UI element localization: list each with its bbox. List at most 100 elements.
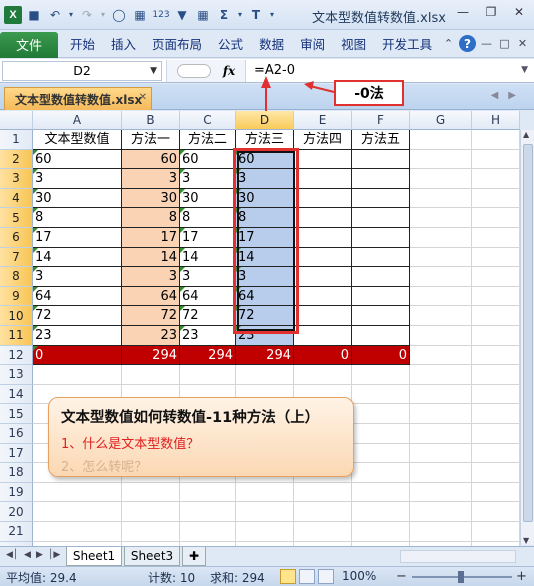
cell-h8[interactable] (472, 267, 520, 287)
cell-f12[interactable]: 0 (352, 345, 410, 366)
redo-icon[interactable]: ↷ (78, 6, 96, 24)
name-box-dropdown-icon[interactable]: ▼ (150, 66, 157, 76)
cell-g17[interactable] (410, 443, 472, 464)
cell-g6[interactable] (410, 228, 472, 248)
row-header-5[interactable]: 5 (0, 208, 33, 228)
cell-e20[interactable] (294, 502, 352, 522)
cell-a13[interactable] (33, 365, 122, 385)
select-all-corner[interactable] (0, 111, 33, 130)
column-header-e[interactable]: E (294, 111, 352, 130)
cell-e10[interactable] (294, 306, 352, 326)
column-header-b[interactable]: B (122, 111, 180, 130)
number-format-icon[interactable]: 123 (152, 6, 170, 24)
cell-h2[interactable] (472, 149, 520, 170)
row-header-1[interactable]: 1 (0, 130, 33, 150)
scroll-up-icon[interactable]: ▲ (523, 130, 529, 139)
formula-expand-icon[interactable]: ▼ (521, 65, 528, 75)
ribbon-collapse-icon[interactable]: ⌃ (441, 35, 456, 52)
next-sheet-icon[interactable]: ▶ (36, 550, 43, 560)
cell-d20[interactable] (236, 502, 294, 522)
cell-d3[interactable]: 3 (236, 169, 294, 189)
cell-f10[interactable] (352, 306, 410, 326)
tab-file[interactable]: 文件 (0, 31, 58, 58)
cell-f20[interactable] (352, 502, 410, 522)
cell-a9[interactable]: 64 (33, 286, 122, 307)
cell-b12[interactable]: 294 (122, 345, 180, 366)
column-header-c[interactable]: C (180, 111, 236, 130)
cell-h1[interactable] (472, 130, 520, 150)
cell-d7[interactable]: 14 (236, 247, 294, 268)
cell-g13[interactable] (410, 365, 472, 385)
new-sheet-icon[interactable]: ✚ (182, 547, 206, 566)
cell-f19[interactable] (352, 482, 410, 503)
print-preview-icon[interactable]: ◯ (110, 6, 128, 24)
cell-f5[interactable] (352, 208, 410, 228)
first-sheet-icon[interactable]: ◀│ (6, 550, 18, 560)
cell-b6[interactable]: 17 (122, 228, 180, 248)
cell-g18[interactable] (410, 463, 472, 483)
ribbon-close-icon[interactable]: ✕ (515, 35, 530, 52)
vertical-scrollbar[interactable]: ▲ ▼ (520, 130, 534, 545)
cell-h5[interactable] (472, 208, 520, 228)
cell-b20[interactable] (122, 502, 180, 522)
cell-h3[interactable] (472, 169, 520, 189)
row-header-16[interactable]: 16 (0, 424, 33, 444)
cell-c21[interactable] (180, 522, 236, 542)
cell-g21[interactable] (410, 522, 472, 542)
cell-b19[interactable] (122, 482, 180, 503)
save-icon[interactable]: ■ (25, 6, 43, 24)
row-header-12[interactable]: 12 (0, 345, 33, 366)
row-header-20[interactable]: 20 (0, 502, 33, 522)
cell-b9[interactable]: 64 (122, 286, 180, 307)
sum-icon[interactable]: Σ (215, 6, 233, 24)
row-header-17[interactable]: 17 (0, 443, 33, 464)
tab-data[interactable]: 数据 (251, 30, 292, 58)
cell-e2[interactable] (294, 149, 352, 170)
page-layout-view-icon[interactable] (299, 569, 315, 584)
cell-g2[interactable] (410, 149, 472, 170)
cell-f6[interactable] (352, 228, 410, 248)
tab-page-layout[interactable]: 页面布局 (144, 30, 210, 58)
cell-a21[interactable] (33, 522, 122, 542)
cell-c12[interactable]: 294 (180, 345, 236, 366)
redo-dropdown-icon[interactable]: ▾ (99, 6, 107, 24)
row-header-13[interactable]: 13 (0, 365, 33, 385)
cell-f14[interactable] (352, 384, 410, 405)
cell-b7[interactable]: 14 (122, 247, 180, 268)
cell-g9[interactable] (410, 286, 472, 307)
cell-h17[interactable] (472, 443, 520, 464)
column-header-f[interactable]: F (352, 111, 410, 130)
sheet-tab-sheet1[interactable]: Sheet1 (66, 547, 122, 566)
cell-e21[interactable] (294, 522, 352, 542)
undo-icon[interactable]: ↶ (46, 6, 64, 24)
column-header-h[interactable]: H (472, 111, 520, 130)
undo-dropdown-icon[interactable]: ▾ (67, 6, 75, 24)
cell-d5[interactable]: 8 (236, 208, 294, 228)
cell-f8[interactable] (352, 267, 410, 287)
cell-e4[interactable] (294, 188, 352, 209)
cell-h6[interactable] (472, 228, 520, 248)
row-header-11[interactable]: 11 (0, 326, 33, 346)
cell-g11[interactable] (410, 326, 472, 346)
cell-f4[interactable] (352, 188, 410, 209)
cell-a2[interactable]: 60 (33, 149, 122, 170)
cell-e3[interactable] (294, 169, 352, 189)
cell-g20[interactable] (410, 502, 472, 522)
row-header-2[interactable]: 2 (0, 149, 33, 170)
cell-h10[interactable] (472, 306, 520, 326)
zoom-out-icon[interactable]: − (396, 569, 407, 584)
cell-d9[interactable]: 64 (236, 286, 294, 307)
cell-b8[interactable]: 3 (122, 267, 180, 287)
cell-a11[interactable]: 23 (33, 326, 122, 346)
tab-review[interactable]: 审阅 (292, 30, 333, 58)
table-icon[interactable]: ▦ (194, 6, 212, 24)
cell-h4[interactable] (472, 188, 520, 209)
cell-d13[interactable] (236, 365, 294, 385)
cell-g3[interactable] (410, 169, 472, 189)
vertical-scroll-thumb[interactable] (523, 144, 533, 522)
horizontal-scrollbar[interactable] (400, 550, 516, 563)
cell-b21[interactable] (122, 522, 180, 542)
cell-c9[interactable]: 64 (180, 286, 236, 307)
cell-c10[interactable]: 72 (180, 306, 236, 326)
column-header-a[interactable]: A (33, 111, 122, 130)
